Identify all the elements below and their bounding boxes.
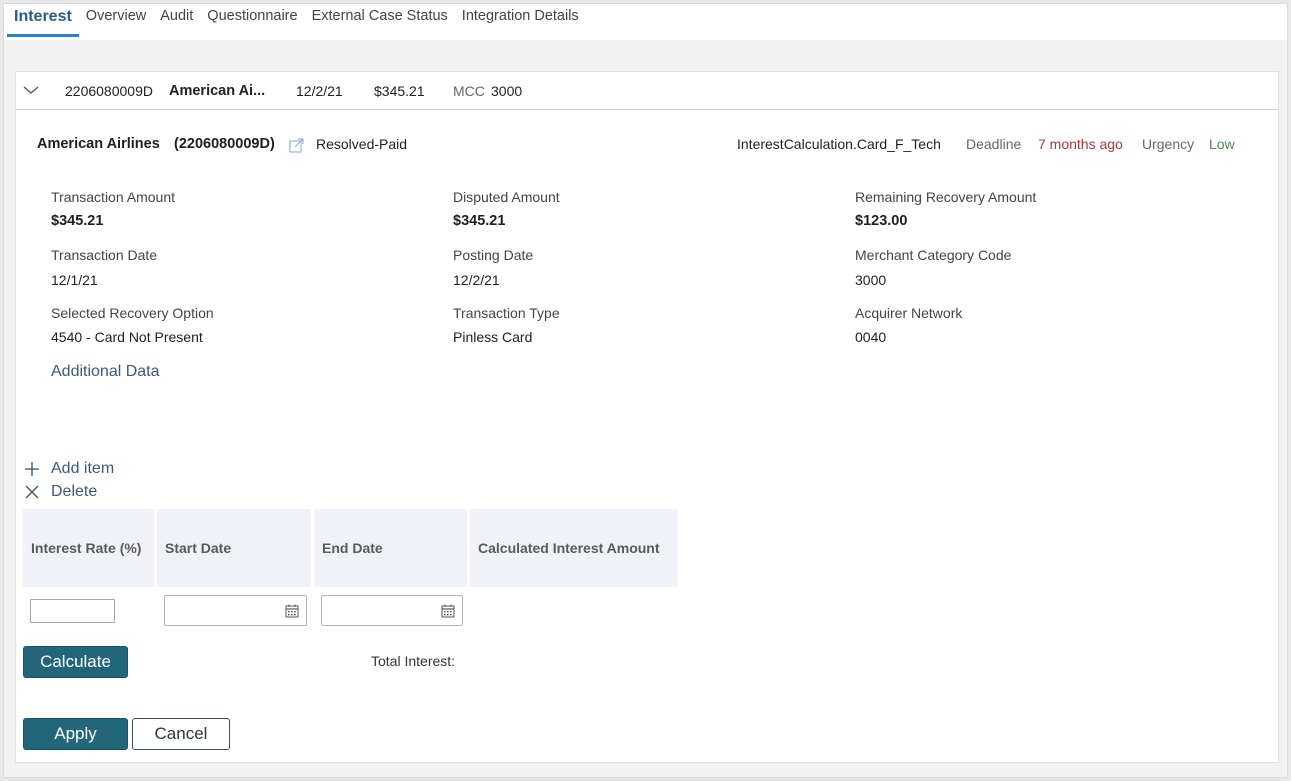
case-status: Resolved-Paid — [316, 136, 408, 152]
recovery-option-label: Selected Recovery Option — [51, 305, 214, 321]
summary-mcc-value: 3000 — [491, 83, 523, 99]
disputed-amount-value: $345.21 — [453, 213, 506, 229]
add-item-button[interactable]: Add item — [25, 460, 114, 478]
remaining-recovery-label: Remaining Recovery Amount — [855, 189, 1037, 205]
external-link-icon[interactable] — [289, 138, 304, 153]
transaction-type-value: Pinless Card — [453, 329, 533, 345]
deadline-value: 7 months ago — [1038, 136, 1123, 152]
app-frame: Interest Overview Audit Questionnaire Ex… — [3, 3, 1288, 778]
disputed-amount-label: Disputed Amount — [453, 189, 560, 205]
start-date-input[interactable] — [164, 595, 307, 626]
additional-data-link[interactable]: Additional Data — [51, 363, 160, 381]
summary-date: 12/2/21 — [296, 83, 343, 99]
case-card: 2206080009D American Ai... 12/2/21 $345.… — [15, 71, 1279, 763]
tab-overview[interactable]: Overview — [79, 4, 153, 37]
posting-date-value: 12/2/21 — [453, 272, 500, 288]
summary-amount: $345.21 — [374, 83, 425, 99]
remaining-recovery-value: $123.00 — [855, 213, 908, 229]
delete-button[interactable]: Delete — [25, 483, 97, 501]
deadline-label: Deadline — [966, 136, 1022, 152]
col-header-interest-rate: Interest Rate (%) — [23, 509, 154, 587]
transaction-amount-value: $345.21 — [51, 213, 104, 229]
acquirer-network-label: Acquirer Network — [855, 305, 963, 321]
end-date-input[interactable] — [321, 595, 463, 626]
workflow-name: InterestCalculation.Card_F_Tech — [737, 136, 941, 152]
col-header-end-date: End Date — [314, 509, 467, 587]
summary-case-id: 2206080009D — [65, 83, 153, 99]
posting-date-label: Posting Date — [453, 247, 534, 263]
total-interest-label: Total Interest: — [371, 653, 456, 669]
case-reference: (2206080009D) — [174, 136, 275, 152]
summary-mcc-label: MCC — [453, 83, 485, 99]
interest-rate-input[interactable] — [30, 599, 115, 623]
cancel-button[interactable]: Cancel — [132, 718, 230, 750]
chevron-down-icon[interactable] — [23, 84, 39, 96]
delete-label: Delete — [51, 483, 98, 500]
case-title: American Airlines — [37, 136, 160, 152]
plus-icon — [25, 462, 39, 476]
tab-interest[interactable]: Interest — [7, 4, 79, 37]
tab-external-case-status[interactable]: External Case Status — [305, 4, 455, 37]
add-item-label: Add item — [51, 460, 115, 477]
tab-questionnaire[interactable]: Questionnaire — [200, 4, 304, 37]
tab-audit[interactable]: Audit — [153, 4, 200, 37]
transaction-amount-label: Transaction Amount — [51, 189, 175, 205]
urgency-label: Urgency — [1142, 136, 1195, 152]
col-header-start-date: Start Date — [157, 509, 311, 587]
mcc-value: 3000 — [855, 272, 887, 288]
urgency-value: Low — [1209, 136, 1235, 152]
acquirer-network-value: 0040 — [855, 329, 887, 345]
calendar-icon[interactable] — [285, 604, 299, 618]
close-icon — [25, 485, 39, 499]
tab-integration-details[interactable]: Integration Details — [455, 4, 586, 37]
recovery-option-value: 4540 - Card Not Present — [51, 329, 203, 345]
mcc-label: Merchant Category Code — [855, 247, 1012, 263]
transaction-type-label: Transaction Type — [453, 305, 560, 321]
col-header-calculated-interest: Calculated Interest Amount — [470, 509, 678, 587]
transaction-date-value: 12/1/21 — [51, 272, 98, 288]
transaction-date-label: Transaction Date — [51, 247, 158, 263]
tab-bar: Interest Overview Audit Questionnaire Ex… — [4, 4, 1287, 40]
calendar-icon[interactable] — [441, 604, 455, 618]
apply-button[interactable]: Apply — [23, 718, 128, 750]
calculate-button[interactable]: Calculate — [23, 646, 128, 678]
case-summary-row[interactable]: 2206080009D American Ai... 12/2/21 $345.… — [16, 72, 1278, 110]
summary-merchant: American Ai... — [169, 83, 266, 99]
